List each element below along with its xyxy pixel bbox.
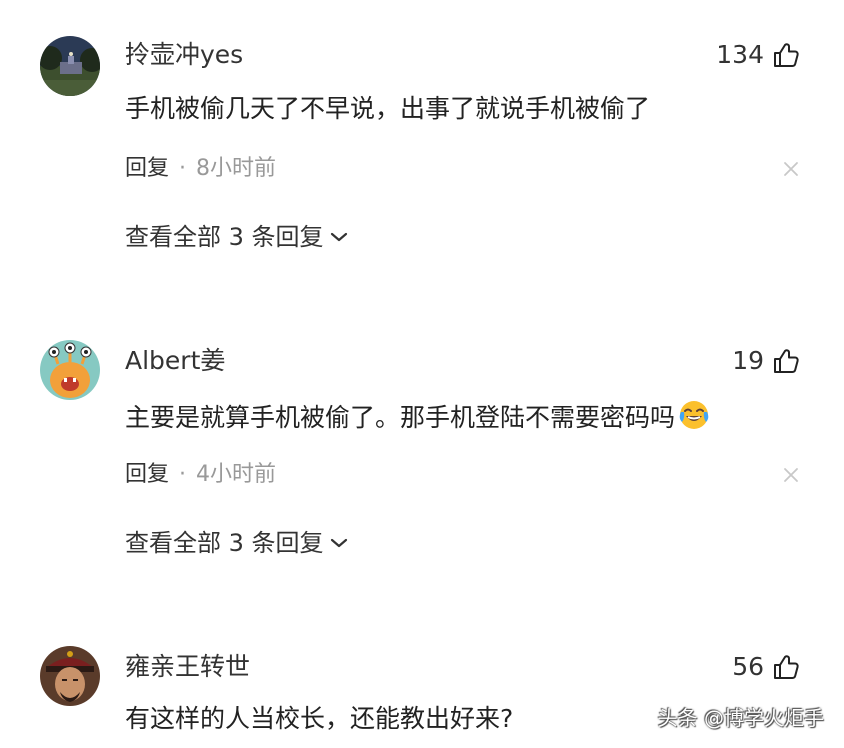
- comment-time: 8小时前: [196, 156, 277, 181]
- view-replies-button[interactable]: 查看全部 3 条回复: [125, 526, 348, 560]
- meta-separator: ·: [179, 156, 187, 181]
- reply-button[interactable]: 回复: [125, 462, 169, 487]
- username[interactable]: 拎壶冲yes: [125, 38, 243, 72]
- like-count: 19: [732, 346, 764, 375]
- like-count: 56: [732, 652, 764, 681]
- close-icon[interactable]: [782, 160, 800, 178]
- comment-meta: 回复 · 8小时前: [125, 154, 276, 184]
- username[interactable]: Albert姜: [125, 344, 225, 378]
- comment-time: 4小时前: [196, 462, 277, 487]
- avatar[interactable]: [40, 340, 100, 400]
- watermark: 头条 @博学火炬手: [657, 706, 824, 730]
- reply-button[interactable]: 回复: [125, 156, 169, 181]
- comment-text: 手机被偷几天了不早说，出事了就说手机被偷了: [125, 94, 651, 123]
- chevron-down-icon: [330, 538, 347, 548]
- thumbs-up-icon[interactable]: [772, 347, 800, 375]
- close-icon[interactable]: [782, 466, 800, 484]
- comment-text: 主要是就算手机被偷了。那手机登陆不需要密码吗: [125, 398, 711, 435]
- like-group[interactable]: 19: [732, 344, 800, 378]
- comment-meta: 回复 · 4小时前: [125, 460, 276, 490]
- thumbs-up-icon[interactable]: [772, 653, 800, 681]
- avatar[interactable]: [40, 646, 100, 706]
- like-group[interactable]: 56: [732, 650, 800, 684]
- view-replies-button[interactable]: 查看全部 3 条回复: [125, 220, 348, 254]
- chevron-down-icon: [330, 232, 347, 242]
- comment-text-content: 主要是就算手机被偷了。那手机登陆不需要密码吗: [125, 403, 676, 432]
- meta-separator: ·: [179, 462, 187, 487]
- thumbs-up-icon[interactable]: [772, 41, 800, 69]
- crying-laughing-emoji-icon: [679, 401, 709, 429]
- like-count: 134: [716, 40, 764, 69]
- view-replies-label: 查看全部 3 条回复: [125, 529, 324, 557]
- avatar[interactable]: [40, 36, 100, 96]
- like-group[interactable]: 134: [716, 38, 800, 72]
- username[interactable]: 雍亲王转世: [125, 650, 250, 684]
- comment-text: 有这样的人当校长，还能教出好来?: [125, 704, 514, 733]
- view-replies-label: 查看全部 3 条回复: [125, 223, 324, 251]
